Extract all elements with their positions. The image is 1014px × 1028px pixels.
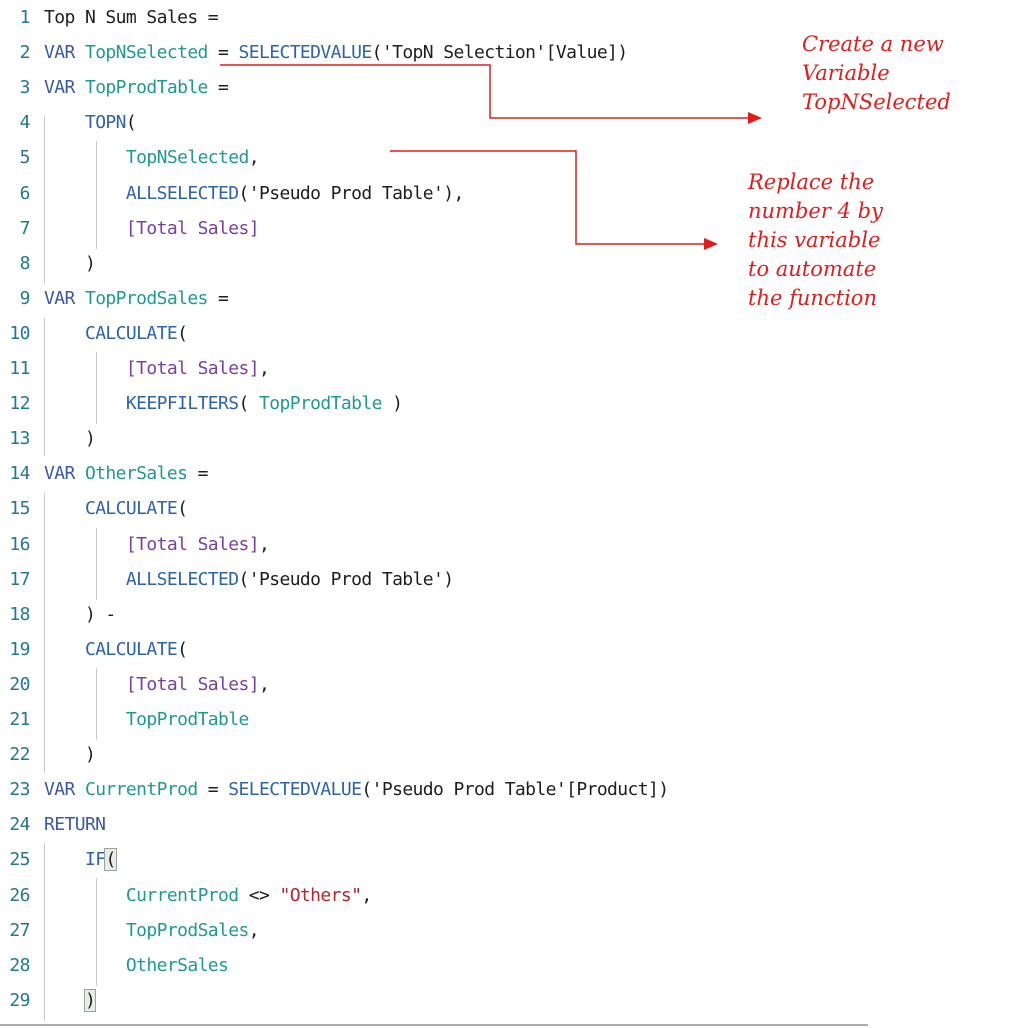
annotation-arrows	[220, 64, 762, 250]
annotation-replace-number: Replace the number 4 by this variable to…	[748, 170, 883, 310]
dax-formula-editor[interactable]: 1 Top N Sum Sales = 2 VAR TopNSelected = SE…	[0, 0, 1014, 1028]
arrow-2-head	[704, 238, 718, 250]
arrow-1	[220, 64, 750, 119]
annotation-create-variable: Create a new Variable TopNSelected	[802, 32, 951, 114]
arrow-2	[390, 150, 706, 245]
arrow-1-head	[748, 112, 762, 124]
